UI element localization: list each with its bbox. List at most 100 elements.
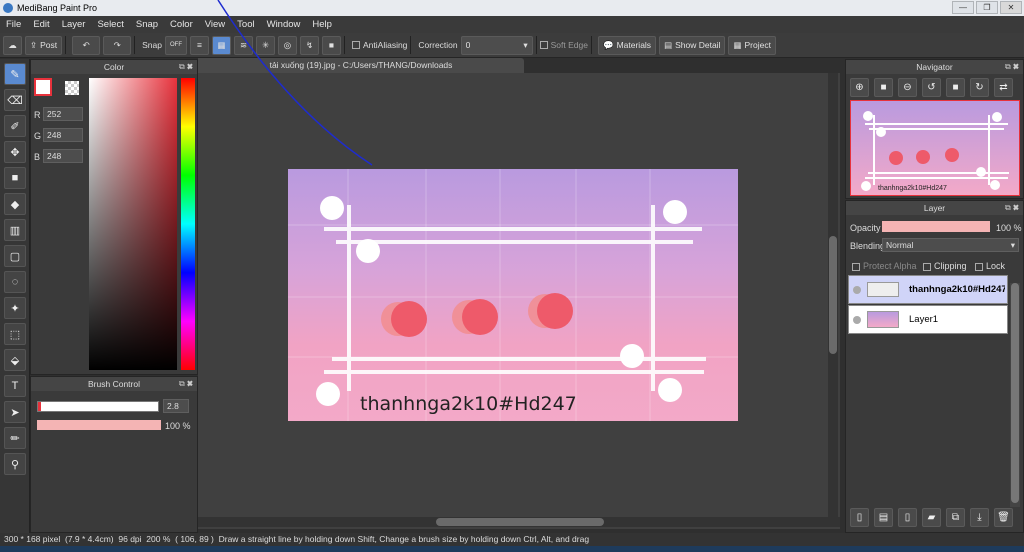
bucket-tool-icon[interactable]: ◆ [4, 193, 26, 215]
brush-size-slider[interactable] [37, 401, 159, 412]
new-folder-icon[interactable]: ▰ [922, 508, 941, 527]
snap-off-button[interactable]: OFF [165, 35, 187, 55]
visibility-icon[interactable] [853, 285, 861, 294]
materials-button[interactable]: 💬 Materials [597, 35, 657, 55]
zoom-in-icon[interactable]: ⊕ [850, 78, 869, 97]
menu-bar: File Edit Layer Select Snap Color View T… [0, 16, 1024, 33]
correction-select[interactable]: 0 ▾ [460, 35, 533, 55]
layer-opacity-value: 100 % [996, 223, 1022, 233]
title-bar: MediBang Paint Pro — ❐ ✕ [0, 0, 1024, 16]
layer-thumbnail [867, 282, 899, 297]
r-input[interactable]: 252 [43, 107, 83, 121]
navigator-controls: ⊕ ■ ⊖ ↺ ■ ↻ ⇄ [846, 74, 1023, 101]
new-halftone-layer-icon[interactable]: ▤ [874, 508, 893, 527]
undo-button[interactable]: ↶ [72, 35, 101, 55]
post-button[interactable]: ⇪ Post [25, 35, 63, 55]
cursor-coordinates: ( 106, 89 ) [175, 534, 214, 544]
menu-file[interactable]: File [0, 19, 27, 30]
transparent-swatch[interactable] [65, 81, 79, 95]
panel-controls-icon[interactable]: ⧉ ✖ [1005, 201, 1019, 215]
layer-row[interactable]: thanhnga2k10#Hd247 [848, 275, 1008, 304]
horizontal-scrollbar[interactable] [198, 517, 840, 527]
protect-alpha-checkbox[interactable] [852, 262, 860, 271]
rotate-right-icon[interactable]: ↻ [970, 78, 989, 97]
fill-rect-icon[interactable]: ■ [4, 167, 26, 189]
menu-snap[interactable]: Snap [130, 19, 164, 30]
new-8bit-layer-icon[interactable]: ▯ [898, 508, 917, 527]
brush-control-panel: Brush Control ⧉ ✖ 2.8 100 % [30, 376, 198, 533]
soft-edge-checkbox[interactable] [539, 41, 548, 49]
redo-button[interactable]: ↷ [103, 35, 132, 55]
grid-icon: ▦ [733, 39, 742, 50]
project-button[interactable]: ▦ Project [728, 35, 776, 55]
g-input[interactable]: 248 [43, 128, 83, 142]
gradient-tool-icon[interactable]: ▥ [4, 219, 26, 241]
panel-controls-icon[interactable]: ⧉ ✖ [1005, 60, 1019, 74]
artwork-canvas[interactable]: thanhnga2k10#Hd247 [288, 169, 738, 421]
lock-option[interactable]: Lock [975, 261, 1005, 271]
clipping-option[interactable]: Clipping [923, 261, 967, 271]
move-tool-icon[interactable]: ✥ [4, 141, 26, 163]
layer-scroll-thumb[interactable] [1011, 283, 1019, 503]
menu-color[interactable]: Color [164, 19, 199, 30]
blending-select[interactable]: Normal ▾ [882, 238, 1019, 252]
lasso-tool-icon[interactable]: ◌ [4, 271, 26, 293]
brush-tool-icon[interactable]: ✎ [4, 63, 26, 85]
text-tool-icon[interactable]: T [4, 375, 26, 397]
zoom-out-icon[interactable]: ⊖ [898, 78, 917, 97]
operation-tool-icon[interactable]: ➤ [4, 401, 26, 423]
select-rect-icon[interactable]: ▢ [4, 245, 26, 267]
parallel-snap-icon[interactable]: ≡ [190, 35, 209, 55]
blending-label: Blending [850, 241, 886, 251]
panel-controls-icon[interactable]: ⧉ ✖ [179, 377, 193, 391]
vertical-scrollbar[interactable] [828, 73, 838, 519]
artwork-shapes [288, 169, 738, 421]
layer-opacity-slider[interactable] [882, 221, 990, 232]
rotate-left-icon[interactable]: ↺ [922, 78, 941, 97]
eraser-tool-icon[interactable]: ⌫ [4, 89, 26, 111]
close-icon[interactable]: ✕ [1000, 1, 1022, 14]
restore-icon[interactable]: ❐ [976, 1, 998, 14]
eyedropper-tool-icon[interactable]: ⚲ [4, 453, 26, 475]
divide-tool-icon[interactable]: ✏ [4, 427, 26, 449]
brush-size-value[interactable]: 2.8 [163, 399, 189, 413]
saturation-value-picker[interactable] [89, 78, 177, 370]
canvas-area[interactable]: thanhnga2k10#Hd247 [198, 0, 840, 529]
menu-edit[interactable]: Edit [27, 19, 55, 30]
g-label: G [34, 131, 42, 141]
select-eraser-icon[interactable]: ⬙ [4, 349, 26, 371]
vertical-scroll-thumb[interactable] [829, 236, 837, 354]
new-layer-icon[interactable]: ▯ [850, 508, 869, 527]
visibility-icon[interactable] [853, 315, 861, 324]
dot-brush-icon[interactable]: ✐ [4, 115, 26, 137]
primary-color-swatch[interactable] [34, 78, 52, 96]
protect-alpha-option[interactable]: Protect Alpha [852, 261, 917, 271]
minimize-icon[interactable]: — [952, 1, 974, 14]
app-title: MediBang Paint Pro [17, 3, 98, 13]
b-input[interactable]: 248 [43, 149, 83, 163]
panel-controls-icon[interactable]: ⧉ ✖ [179, 60, 193, 74]
stop-icon[interactable]: ■ [874, 78, 893, 97]
show-detail-button[interactable]: ▤ Show Detail [659, 35, 726, 55]
magic-wand-icon[interactable]: ✦ [4, 297, 26, 319]
r-label: R [34, 110, 41, 120]
hue-slider[interactable] [181, 78, 195, 370]
delete-layer-icon[interactable]: 🗑 [994, 508, 1013, 527]
square-icon[interactable]: ■ [946, 78, 965, 97]
navigator-preview[interactable]: thanhnga2k10#Hd247 [850, 100, 1020, 196]
layer-list-scrollbar[interactable] [1010, 283, 1020, 507]
menu-select[interactable]: Select [91, 19, 129, 30]
flip-horizontal-icon[interactable]: ⇄ [994, 78, 1013, 97]
clipping-checkbox[interactable] [923, 262, 931, 271]
layer-row[interactable]: Layer1 [848, 305, 1008, 334]
duplicate-layer-icon[interactable]: ⧉ [946, 508, 965, 527]
horizontal-scroll-thumb[interactable] [436, 518, 604, 526]
layer-name: thanhnga2k10#Hd247 [909, 284, 1005, 295]
lock-checkbox[interactable] [975, 262, 983, 271]
brush-opacity-slider[interactable] [37, 420, 161, 430]
soft-edge-label: Soft Edge [550, 40, 588, 50]
merge-down-icon[interactable]: ⤓ [970, 508, 989, 527]
cloud-icon[interactable]: ☁ [3, 35, 22, 55]
menu-layer[interactable]: Layer [56, 19, 92, 30]
select-pen-icon[interactable]: ⬚ [4, 323, 26, 345]
